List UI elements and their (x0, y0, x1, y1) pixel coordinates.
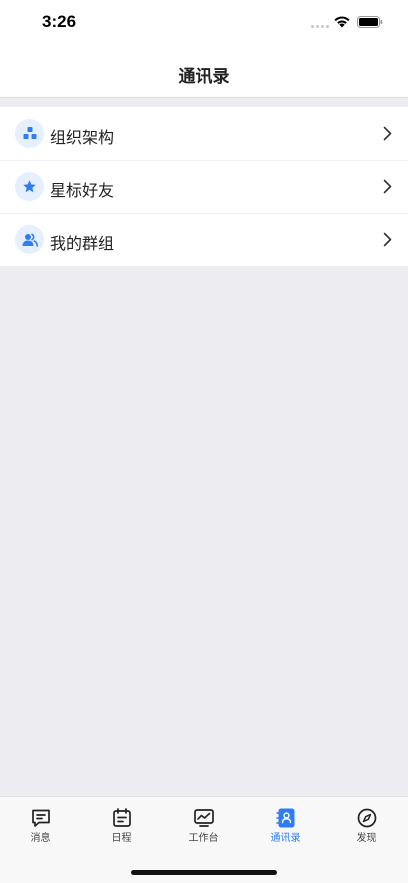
wifi-icon (334, 16, 350, 28)
menu-item-label: 我的群组 (50, 234, 115, 253)
contacts-icon (276, 808, 295, 828)
signal-icon (311, 25, 329, 29)
menu-item-starred-friends[interactable]: 星标好友 (0, 160, 408, 213)
message-icon (32, 809, 50, 827)
nav-bar: 通讯录 (0, 46, 408, 98)
chevron-right-icon (383, 232, 392, 247)
status-time: 3:26 (42, 12, 77, 31)
tab-messages[interactable]: 消息 (0, 797, 81, 847)
calendar-icon (113, 808, 131, 827)
contacts-menu: 组织架构 星标好友 我的群组 (0, 107, 408, 266)
page-title: 通讯录 (178, 67, 230, 87)
org-structure-icon (15, 119, 44, 148)
tab-contacts[interactable]: 通讯录 (245, 797, 326, 847)
chevron-right-icon (383, 179, 392, 194)
battery-icon (357, 16, 383, 28)
chevron-right-icon (383, 126, 392, 141)
tab-label: 通讯录 (270, 833, 301, 844)
star-icon (15, 172, 44, 201)
menu-item-org-structure[interactable]: 组织架构 (0, 107, 408, 160)
tab-label: 发现 (356, 833, 377, 844)
tab-schedule[interactable]: 日程 (81, 797, 162, 847)
status-bar: 3:26 (0, 0, 408, 46)
home-indicator (131, 870, 277, 875)
tab-label: 日程 (111, 833, 132, 844)
tab-label: 消息 (30, 833, 51, 844)
menu-item-label: 星标好友 (50, 181, 115, 200)
tab-discover[interactable]: 发现 (326, 797, 407, 847)
compass-icon (357, 808, 377, 828)
menu-item-my-groups[interactable]: 我的群组 (0, 213, 408, 266)
group-icon (15, 225, 44, 254)
tab-workbench[interactable]: 工作台 (163, 797, 244, 847)
workbench-icon (194, 809, 214, 827)
menu-item-label: 组织架构 (50, 128, 115, 147)
tab-label: 工作台 (188, 833, 219, 844)
